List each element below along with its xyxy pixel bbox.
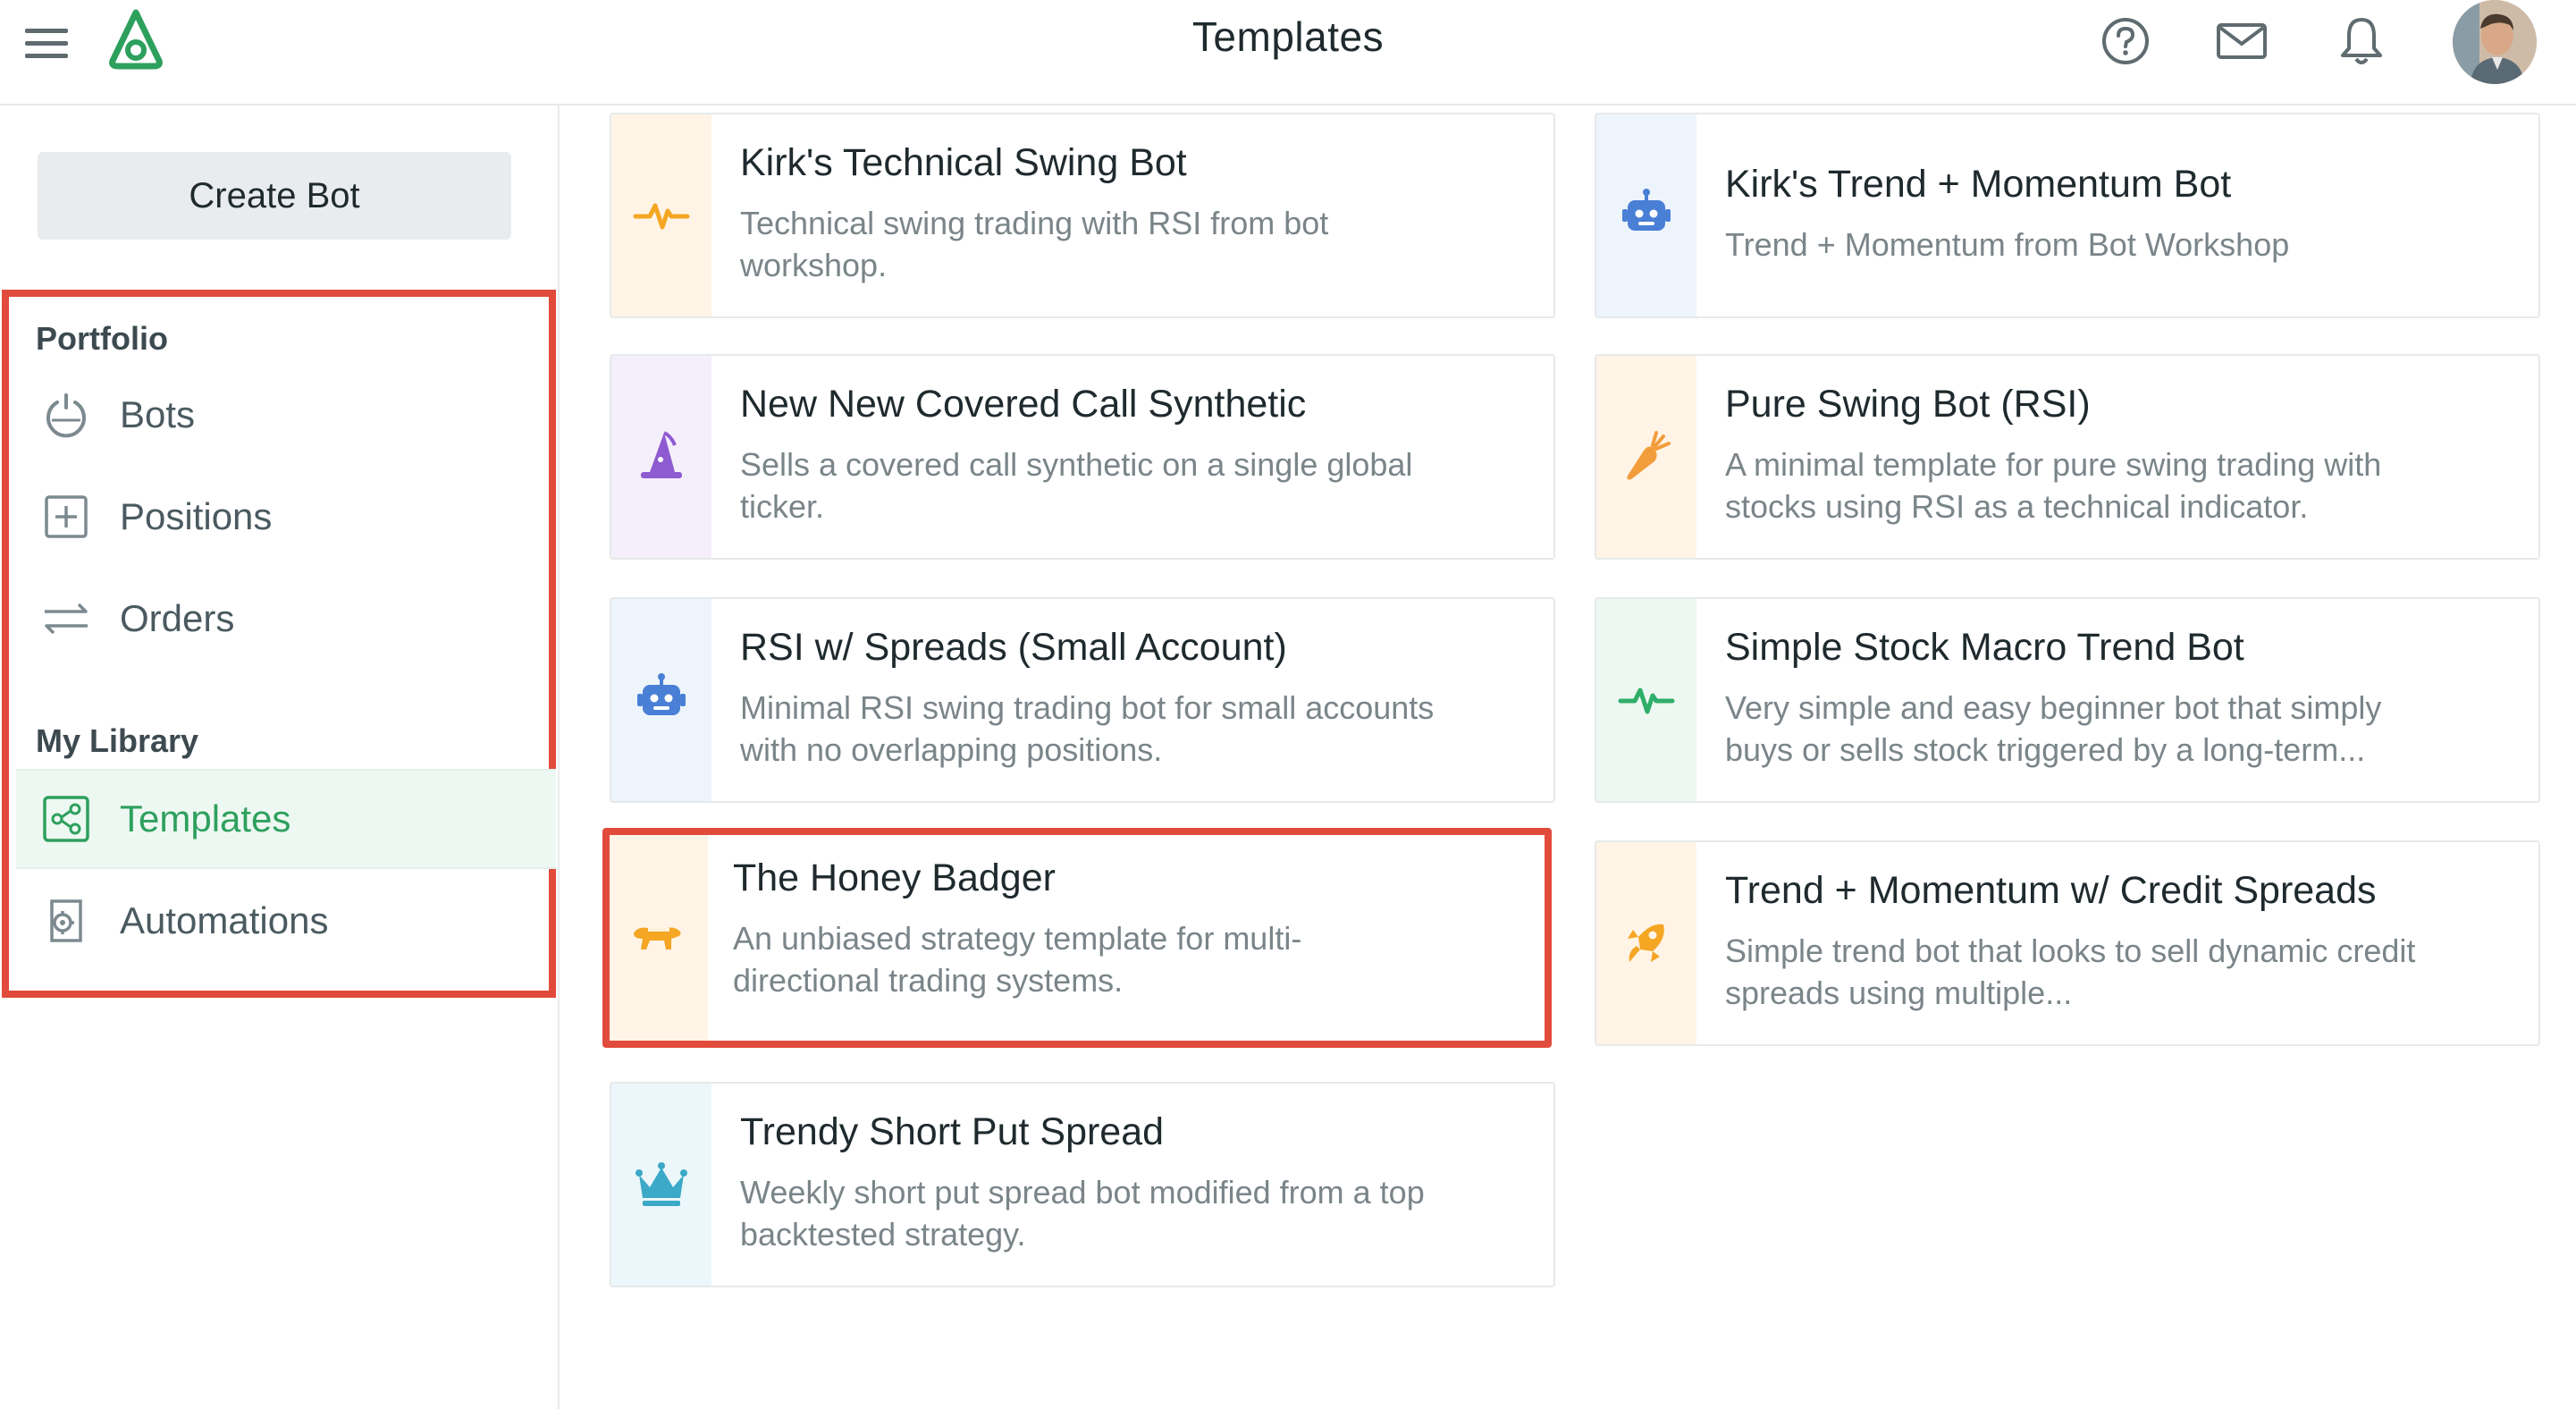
template-card[interactable]: Pure Swing Bot (RSI) A minimal template …	[1595, 354, 2540, 560]
template-description: Sells a covered call synthetic on a sing…	[740, 446, 1413, 525]
top-bar: Templates	[0, 0, 2576, 105]
card-icon-strip	[1596, 842, 1696, 1044]
template-description: Very simple and easy beginner bot that s…	[1725, 689, 2382, 768]
template-card[interactable]: Trend + Momentum w/ Credit Spreads Simpl…	[1595, 840, 2540, 1046]
section-label-portfolio: Portfolio	[36, 320, 168, 357]
sidebar-item-label: Orders	[120, 597, 235, 639]
card-icon-strip	[611, 1084, 711, 1286]
gear-doc-icon	[50, 899, 82, 942]
create-bot-button[interactable]: Create Bot	[38, 152, 511, 240]
template-title: Trendy Short Put Spread	[740, 1110, 1165, 1153]
template-description: Simple trend bot that looks to sell dyna…	[1725, 932, 2416, 1011]
template-title: Kirk's Technical Swing Bot	[740, 141, 1187, 184]
carrot-icon	[1627, 431, 1671, 480]
template-title: Kirk's Trend + Momentum Bot	[1725, 163, 2232, 206]
pulse-icon	[1618, 688, 1675, 714]
card-icon-strip	[610, 835, 708, 1041]
template-description: Trend + Momentum from Bot Workshop	[1725, 226, 2290, 263]
mail-icon[interactable]	[2213, 13, 2270, 70]
template-title: Simple Stock Macro Trend Bot	[1725, 626, 2244, 669]
page-title: Templates	[1191, 13, 1385, 60]
card-icon-strip	[1596, 114, 1696, 316]
badger-icon	[634, 927, 681, 949]
avatar[interactable]	[2453, 0, 2537, 84]
wizard-hat-icon	[641, 431, 682, 478]
sidebar-item-bots[interactable]: Bots	[16, 365, 556, 465]
swap-arrows-icon	[45, 603, 88, 635]
card-icon-strip	[611, 599, 711, 801]
template-description: An unbiased strategy template for multi-…	[733, 920, 1302, 999]
sidebar-item-label: Templates	[120, 797, 291, 839]
template-description: Minimal RSI swing trading bot for small …	[740, 689, 1435, 768]
pulse-icon	[633, 203, 690, 230]
bell-icon[interactable]	[2333, 13, 2390, 70]
template-title: RSI w/ Spreads (Small Account)	[740, 626, 1287, 669]
template-description: Weekly short put spread bot modified fro…	[740, 1174, 1425, 1253]
template-card[interactable]: Simple Stock Macro Trend Bot Very simple…	[1595, 597, 2540, 803]
template-title: Trend + Momentum w/ Credit Spreads	[1725, 869, 2377, 912]
template-title: Pure Swing Bot (RSI)	[1725, 383, 2091, 426]
sidebar-item-label: Automations	[120, 899, 329, 941]
card-icon-strip	[1596, 599, 1696, 801]
template-card[interactable]: Trendy Short Put Spread Weekly short put…	[610, 1082, 1555, 1287]
sidebar-item-templates[interactable]: Templates	[16, 769, 556, 869]
template-card[interactable]: RSI w/ Spreads (Small Account) Minimal R…	[610, 597, 1555, 803]
card-icon-strip	[1596, 356, 1696, 558]
share-nodes-icon	[43, 796, 89, 842]
template-description: Technical swing trading with RSI from bo…	[740, 205, 1329, 283]
sidebar-item-orders[interactable]: Orders	[16, 569, 556, 669]
help-icon[interactable]	[2097, 13, 2154, 70]
sidebar-nav-highlight: Portfolio Bots Positions Orders My Libra…	[2, 290, 556, 998]
template-card[interactable]: Kirk's Trend + Momentum Bot Trend + Mome…	[1595, 113, 2540, 318]
rocket-icon	[1628, 924, 1664, 962]
template-card-honey-badger[interactable]: The Honey Badger An unbiased strategy te…	[602, 828, 1552, 1048]
template-title: The Honey Badger	[733, 856, 1056, 899]
robot-icon	[637, 673, 686, 715]
template-card[interactable]: Kirk's Technical Swing Bot Technical swi…	[610, 113, 1555, 318]
sidebar: Create Bot Portfolio Bots Positions Orde…	[0, 105, 560, 1409]
sidebar-item-label: Positions	[120, 495, 273, 537]
power-icon	[46, 393, 86, 438]
sidebar-item-positions[interactable]: Positions	[16, 467, 556, 567]
card-icon-strip	[611, 114, 711, 316]
template-card[interactable]: New New Covered Call Synthetic Sells a c…	[610, 354, 1555, 560]
template-description: A minimal template for pure swing tradin…	[1725, 446, 2382, 525]
robot-icon	[1622, 189, 1671, 231]
section-label-my-library: My Library	[36, 722, 199, 759]
card-icon-strip	[611, 356, 711, 558]
sidebar-item-automations[interactable]: Automations	[16, 871, 556, 971]
sidebar-item-label: Bots	[120, 393, 196, 435]
crown-icon	[636, 1162, 687, 1206]
template-title: New New Covered Call Synthetic	[740, 383, 1307, 426]
plus-square-icon	[45, 495, 88, 538]
